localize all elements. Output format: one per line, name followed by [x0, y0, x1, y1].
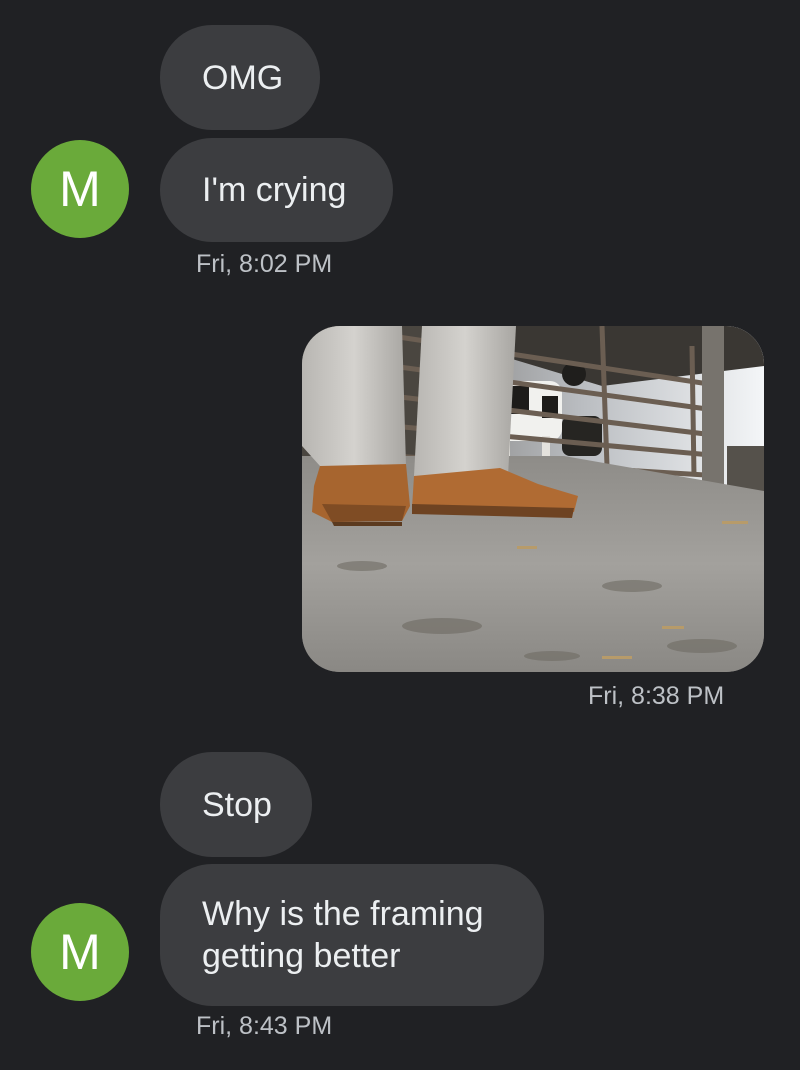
message-bubble-framing[interactable]: Why is the framing getting better [160, 864, 544, 1006]
message-timestamp: Fri, 8:43 PM [196, 1012, 333, 1040]
message-text: Why is the framing getting better [202, 895, 484, 975]
sent-photo[interactable] [302, 326, 764, 672]
avatar-initial: M [59, 924, 101, 980]
message-timestamp: Fri, 8:02 PM [196, 250, 333, 278]
message-bubble-im-crying[interactable]: I'm crying [160, 138, 393, 242]
message-bubble-omg[interactable]: OMG [160, 25, 320, 130]
contact-avatar[interactable]: M [31, 140, 129, 238]
avatar-initial: M [59, 161, 101, 217]
message-text: OMG [202, 58, 284, 97]
contact-avatar[interactable]: M [31, 903, 129, 1001]
photo-shoes-cow-pen-icon [302, 326, 764, 672]
message-text: Stop [202, 785, 272, 824]
message-timestamp: Fri, 8:38 PM [588, 682, 725, 710]
message-bubble-stop[interactable]: Stop [160, 752, 312, 857]
message-text: I'm crying [202, 171, 347, 209]
